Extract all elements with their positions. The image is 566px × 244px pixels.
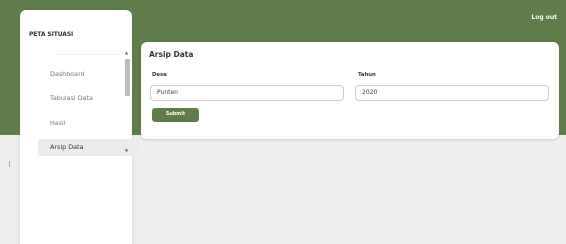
sidebar-scrollbar[interactable]: ▲ ▼ [124, 50, 131, 162]
brand-title: PETA SITUASI [29, 31, 74, 38]
scroll-thumb[interactable] [125, 59, 130, 96]
sidebar: PETA SITUASI Dashboard Tabulasi Data Has… [20, 10, 140, 244]
page-edge-marker [9, 161, 10, 167]
desa-label: Desa [152, 72, 167, 78]
scroll-up-arrow-icon[interactable]: ▲ [125, 51, 128, 55]
card-title: Arsip Data [149, 50, 194, 59]
logout-link[interactable]: Log out [531, 14, 557, 21]
tahun-input[interactable]: 2020 [355, 85, 549, 101]
scroll-down-arrow-icon[interactable]: ▼ [125, 149, 128, 153]
submit-button[interactable]: Submit [152, 108, 199, 122]
brand-divider [58, 54, 118, 55]
desa-input[interactable]: Punten [150, 85, 344, 101]
tahun-label: Tahun [358, 72, 376, 78]
arsip-data-card: Arsip Data Desa Punten Tahun 2020 Submit [141, 42, 559, 139]
